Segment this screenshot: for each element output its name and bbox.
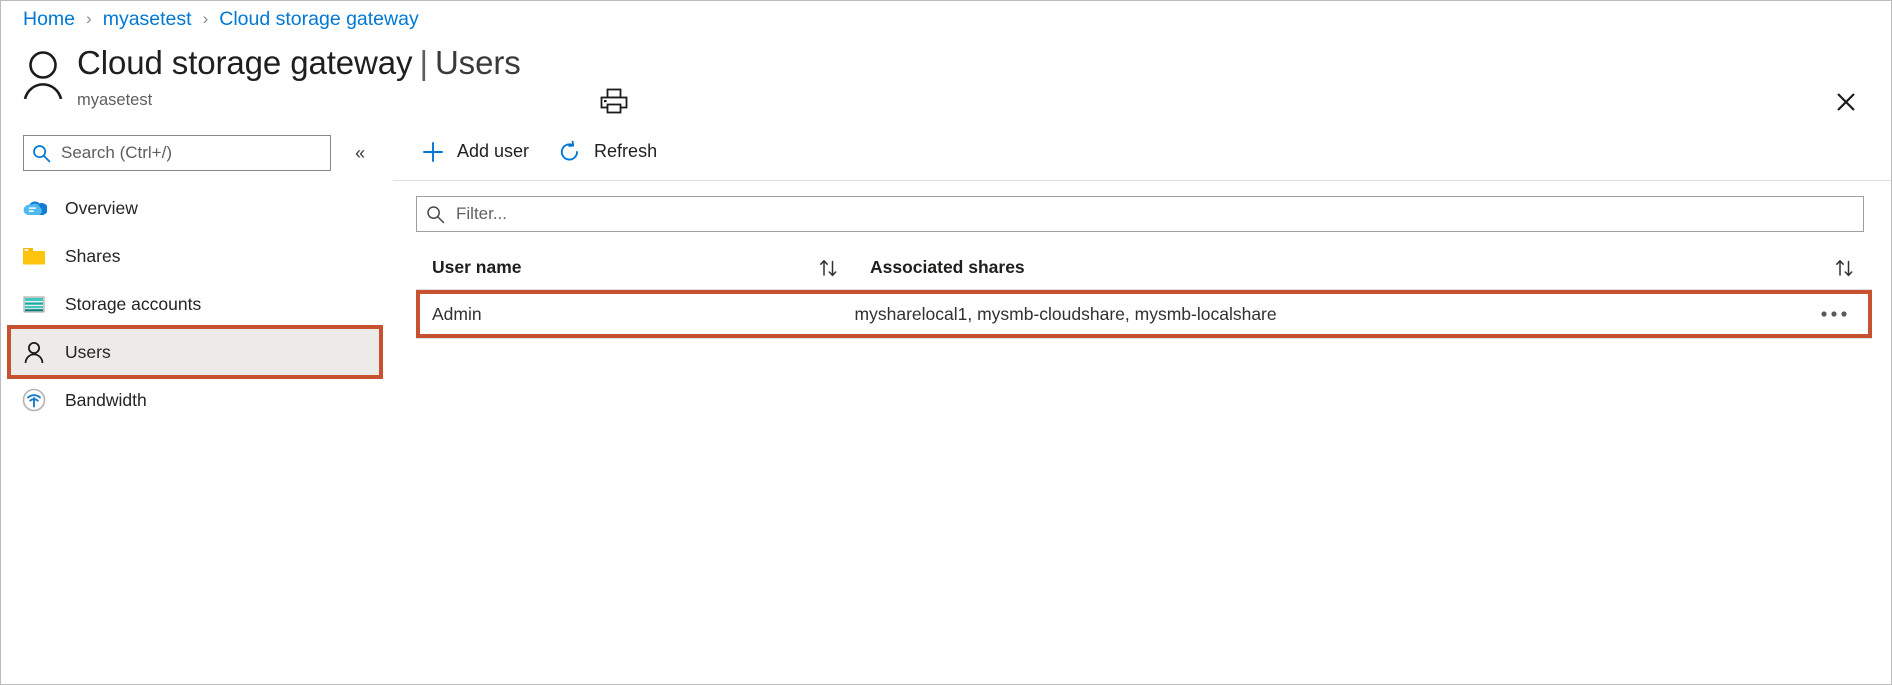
table-header-row: User name Associated shares bbox=[416, 246, 1872, 290]
search-icon bbox=[32, 144, 51, 163]
folder-icon bbox=[21, 243, 47, 269]
blade-header: Cloud storage gateway | Users myasetest bbox=[1, 35, 1891, 121]
storage-account-icon bbox=[21, 291, 47, 317]
sidebar-item-bandwidth[interactable]: Bandwidth bbox=[9, 377, 381, 423]
plus-icon bbox=[420, 139, 446, 165]
azure-portal-blade: Home › myasetest › Cloud storage gateway… bbox=[0, 0, 1892, 685]
add-user-button[interactable]: Add user bbox=[416, 134, 533, 170]
refresh-label: Refresh bbox=[594, 141, 658, 161]
breadcrumb-separator-icon: › bbox=[86, 8, 92, 28]
page-title-separator: | bbox=[419, 44, 428, 81]
sort-updown-icon[interactable] bbox=[1834, 258, 1872, 278]
bandwidth-wifi-icon bbox=[21, 387, 47, 413]
page-subtitle: myasetest bbox=[77, 91, 153, 109]
search-icon bbox=[426, 205, 445, 224]
table-body: Admin mysharelocal1, mysmb-cloudshare, m… bbox=[416, 290, 1872, 339]
chevron-double-left-icon[interactable]: « bbox=[347, 140, 373, 166]
sidebar-item-label: Users bbox=[65, 341, 111, 362]
ellipsis-icon[interactable] bbox=[1820, 309, 1872, 319]
sidebar-search-row: « bbox=[23, 135, 373, 171]
cloud-icon bbox=[21, 195, 47, 221]
table-row-divider bbox=[416, 338, 1872, 339]
sidebar-item-label: Storage accounts bbox=[65, 293, 202, 314]
refresh-icon bbox=[557, 139, 583, 165]
page-title: Cloud storage gateway | Users bbox=[77, 44, 521, 82]
person-icon bbox=[21, 49, 65, 100]
search-input[interactable] bbox=[59, 142, 323, 164]
page-title-main: Cloud storage gateway bbox=[77, 44, 413, 81]
page-title-sub: Users bbox=[434, 44, 521, 81]
sort-updown-icon[interactable] bbox=[818, 258, 856, 278]
filter-box[interactable] bbox=[416, 196, 1864, 232]
sidebar-item-storage-accounts[interactable]: Storage accounts bbox=[9, 281, 381, 327]
blade-sidebar: « Overview Shar bbox=[1, 123, 393, 684]
column-header-label: User name bbox=[432, 257, 522, 277]
sidebar-item-label: Bandwidth bbox=[65, 389, 147, 410]
close-icon[interactable] bbox=[1829, 85, 1863, 119]
column-header-user-name[interactable]: User name bbox=[416, 257, 856, 278]
breadcrumb-separator-icon: › bbox=[202, 8, 209, 28]
add-user-label: Add user bbox=[457, 141, 530, 161]
sidebar-item-label: Overview bbox=[65, 197, 138, 218]
column-header-label: Associated shares bbox=[870, 257, 1025, 277]
cell-user-name: Admin bbox=[432, 303, 482, 324]
sidebar-item-label: Shares bbox=[65, 245, 121, 266]
print-icon[interactable] bbox=[597, 84, 631, 118]
breadcrumb-item-home[interactable]: Home bbox=[23, 8, 75, 31]
person-icon bbox=[21, 339, 47, 365]
breadcrumb: Home › myasetest › Cloud storage gateway bbox=[23, 5, 419, 33]
breadcrumb-item-cloud-storage-gateway[interactable]: Cloud storage gateway bbox=[219, 8, 418, 31]
table-row[interactable]: Admin mysharelocal1, mysmb-cloudshare, m… bbox=[416, 290, 1872, 338]
filter-input[interactable] bbox=[454, 203, 1854, 225]
search-box[interactable] bbox=[23, 135, 332, 171]
command-bar: Add user Refresh bbox=[393, 123, 1891, 181]
users-table: User name Associated shares Admin myshar… bbox=[416, 246, 1872, 339]
sidebar-item-overview[interactable]: Overview bbox=[9, 185, 381, 231]
sidebar-item-shares[interactable]: Shares bbox=[9, 233, 381, 279]
refresh-button[interactable]: Refresh bbox=[553, 134, 661, 170]
blade-content: Add user Refresh Filter... User name Ass… bbox=[393, 123, 1891, 684]
breadcrumb-item-myasetest[interactable]: myasetest bbox=[103, 8, 192, 31]
column-header-associated-shares[interactable]: Associated shares bbox=[856, 257, 1872, 278]
sidebar-item-users[interactable]: Users bbox=[9, 329, 381, 375]
cell-associated-shares: mysharelocal1, mysmb-cloudshare, mysmb-l… bbox=[854, 303, 1277, 324]
